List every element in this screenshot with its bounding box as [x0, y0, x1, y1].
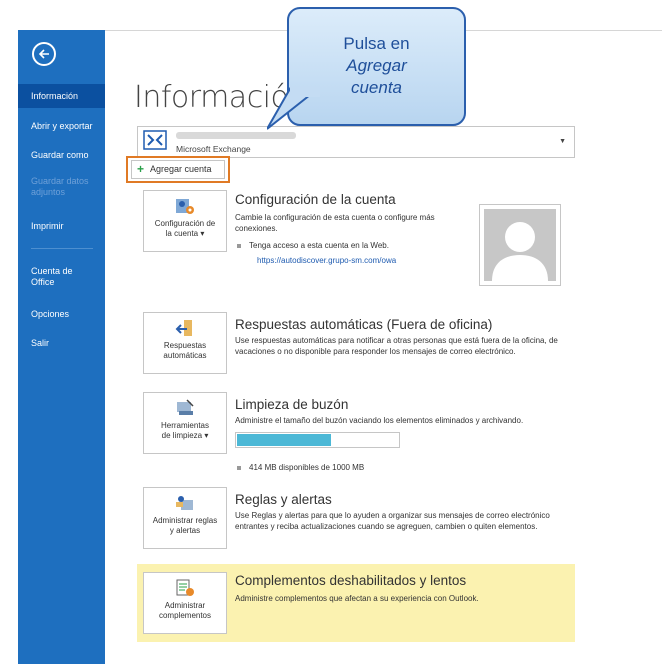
nav-cuenta-office[interactable]: Cuenta de Office	[18, 266, 88, 288]
nav-salir[interactable]: Salir	[18, 338, 105, 349]
rules-alerts-icon	[176, 496, 193, 510]
auto-reply-icon	[175, 320, 192, 336]
nav-guardar-adjuntos: Guardar datos adjuntos	[31, 176, 89, 197]
section-rules-alerts: Administrar reglas y alertas Reglas y al…	[137, 487, 575, 557]
section-account-settings: Configuración de la cuenta ▾ Configuraci…	[137, 186, 575, 296]
section-desc: Administre el tamaño del buzón vaciando …	[235, 416, 524, 425]
nav-informacion[interactable]: Información	[18, 84, 105, 108]
back-arrow-icon[interactable]	[32, 42, 56, 66]
tile-label: Administrar complementos	[158, 601, 212, 620]
tutorial-callout: Pulsa en Agregar cuenta	[267, 7, 466, 130]
owa-link[interactable]: https://autodiscover.grupo-sm.com/owa	[257, 256, 396, 265]
cleanup-tools-button[interactable]: Herramientas de limpieza ▾	[143, 392, 227, 454]
callout-line-3: cuenta	[350, 78, 403, 97]
section-title: Complementos deshabilitados y lentos	[235, 573, 467, 588]
bullet-icon	[237, 243, 241, 248]
chevron-down-icon[interactable]: ▼	[559, 138, 566, 145]
section-desc: Administre complementos que afectan a su…	[235, 594, 479, 603]
quota-text: 414 MB disponibles de 1000 MB	[249, 463, 365, 472]
account-email-redacted	[176, 132, 296, 139]
tile-label: Administrar reglas y alertas	[152, 516, 218, 535]
section-mailbox-cleanup: Herramientas de limpieza ▾ Limpieza de b…	[137, 392, 575, 482]
manage-addins-button[interactable]: Administrar complementos	[143, 572, 227, 634]
mailbox-quota-bar	[235, 432, 400, 448]
add-account-highlight: + Agregar cuenta	[126, 156, 230, 183]
nav-abrir-exportar[interactable]: Abrir y exportar	[18, 121, 105, 132]
section-title: Configuración de la cuenta	[235, 192, 396, 207]
tile-label: Respuestas automáticas	[163, 341, 207, 360]
section-desc: Cambie la configuración de esta cuenta o…	[235, 213, 435, 233]
avatar-placeholder-icon	[484, 209, 556, 281]
add-account-label: Agregar cuenta	[150, 164, 212, 174]
nav-opciones[interactable]: Opciones	[18, 309, 105, 320]
rules-alerts-button[interactable]: Administrar reglas y alertas	[143, 487, 227, 549]
exchange-icon	[143, 130, 167, 150]
quota-info: 414 MB disponibles de 1000 MB	[237, 463, 364, 472]
profile-picture	[479, 204, 561, 286]
account-settings-button[interactable]: Configuración de la cuenta ▾	[143, 190, 227, 252]
bullet-icon	[237, 465, 241, 470]
add-account-button[interactable]: + Agregar cuenta	[131, 160, 225, 179]
callout-line-1: Pulsa en	[343, 34, 410, 53]
account-settings-icon	[176, 199, 194, 214]
plus-icon: +	[137, 162, 145, 176]
nav-divider	[31, 248, 93, 249]
cleanup-tools-icon	[177, 399, 194, 415]
callout-line-2: Agregar	[346, 56, 407, 75]
auto-reply-button[interactable]: Respuestas automáticas	[143, 312, 227, 374]
tile-label: Herramientas de limpieza ▾	[160, 421, 209, 440]
tile-label: Configuración de la cuenta ▾	[154, 219, 216, 238]
addins-icon	[176, 579, 194, 596]
backstage-sidebar: Información Abrir y exportar Guardar com…	[18, 30, 105, 664]
nav-imprimir[interactable]: Imprimir	[18, 221, 105, 232]
section-addins: Administrar complementos Complementos de…	[137, 564, 575, 642]
section-desc: Use Reglas y alertas para que lo ayuden …	[235, 511, 550, 531]
account-type: Microsoft Exchange	[176, 144, 251, 154]
section-title: Reglas y alertas	[235, 492, 332, 507]
account-selector[interactable]: Microsoft Exchange ▼	[137, 126, 575, 158]
bullet-item: Tenga acceso a esta cuenta en la Web.	[237, 241, 389, 250]
section-desc: Use respuestas automáticas para notifica…	[235, 336, 558, 356]
bullet-text: Tenga acceso a esta cuenta en la Web.	[249, 241, 389, 250]
section-auto-replies: Respuestas automáticas Respuestas automá…	[137, 312, 575, 382]
section-title: Respuestas automáticas (Fuera de oficina…	[235, 317, 493, 332]
nav-guardar-como[interactable]: Guardar como	[18, 150, 105, 161]
section-title: Limpieza de buzón	[235, 397, 349, 412]
quota-fill	[237, 434, 331, 446]
